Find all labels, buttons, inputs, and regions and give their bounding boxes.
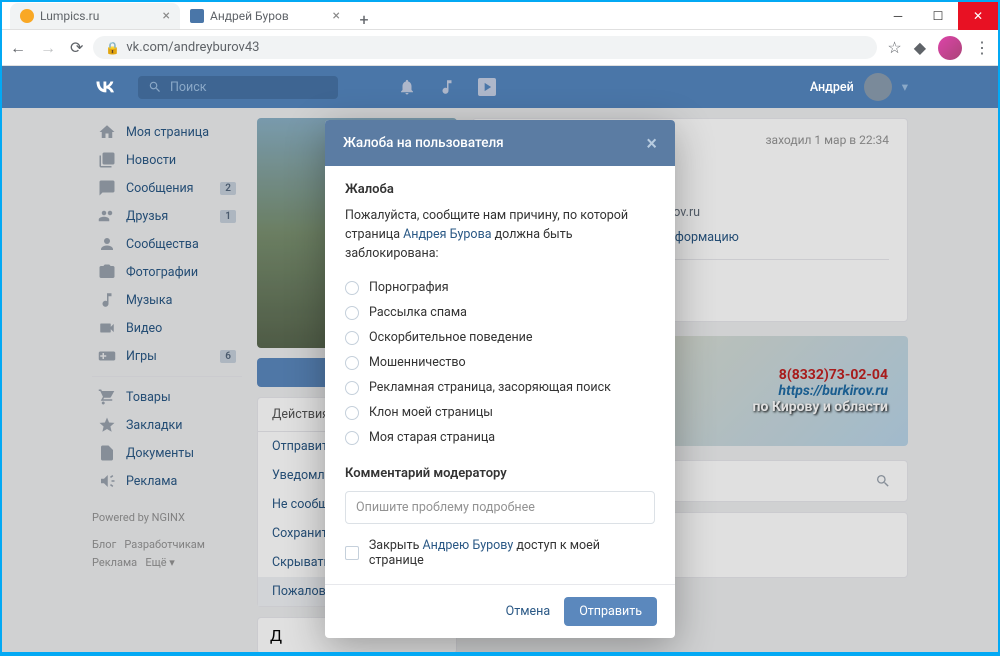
modal-intro: Пожалуйста, сообщите нам причину, по кот…	[345, 207, 655, 263]
menu-icon[interactable]: ⋮	[974, 38, 990, 57]
radio-label: Рекламная страница, засоряющая поиск	[369, 380, 611, 395]
browser-window: Lumpics.ru × Андрей Буров × + ─ ☐ ✕ ← → …	[2, 2, 998, 652]
radio-icon	[345, 381, 359, 395]
radio-label: Рассылка спама	[369, 305, 467, 320]
url-text: vk.com/andreyburov43	[126, 40, 259, 55]
radio-icon	[345, 356, 359, 370]
tab-strip: Lumpics.ru × Андрей Буров × +	[2, 2, 878, 29]
forward-icon[interactable]: →	[40, 38, 56, 58]
radio-label: Клон моей страницы	[369, 405, 493, 420]
chevron-down-icon: ▾	[902, 79, 908, 95]
tab-title: Андрей Буров	[210, 9, 289, 23]
window-close-button[interactable]: ✕	[958, 2, 998, 30]
report-modal: Жалоба на пользователя × Жалоба Пожалуйс…	[325, 120, 675, 638]
extension-icon[interactable]: ◆	[914, 38, 926, 57]
radio-icon	[345, 431, 359, 445]
url-input[interactable]: 🔒 vk.com/andreyburov43	[93, 36, 877, 59]
avatar	[864, 73, 892, 101]
address-bar: ← → ⟳ 🔒 vk.com/andreyburov43 ☆ ◆ ⋮	[2, 30, 998, 66]
vk-header: Поиск Андрей ▾	[2, 66, 998, 108]
star-icon[interactable]: ☆	[887, 38, 901, 57]
reason-radio[interactable]: Мошенничество	[345, 350, 655, 375]
music-icon[interactable]	[438, 78, 456, 96]
header-user[interactable]: Андрей ▾	[810, 73, 908, 101]
submit-button[interactable]: Отправить	[564, 597, 657, 626]
radio-label: Оскорбительное поведение	[369, 330, 533, 345]
radio-label: Порнография	[369, 280, 449, 295]
radio-icon	[345, 281, 359, 295]
maximize-button[interactable]: ☐	[918, 2, 958, 30]
play-icon[interactable]	[478, 78, 496, 96]
toolbar-right: ☆ ◆ ⋮	[887, 36, 990, 60]
reason-radio[interactable]: Рекламная страница, засоряющая поиск	[345, 375, 655, 400]
modal-overlay: Жалоба на пользователя × Жалоба Пожалуйс…	[2, 108, 998, 652]
radio-label: Мошенничество	[369, 355, 466, 370]
comment-input[interactable]: Опишите проблему подробнее	[345, 491, 655, 524]
reason-radio[interactable]: Порнография	[345, 275, 655, 300]
section-title: Жалоба	[345, 182, 655, 197]
user-link[interactable]: Андрея Бурова	[403, 227, 491, 242]
reason-radio[interactable]: Оскорбительное поведение	[345, 325, 655, 350]
nav-icons: ← → ⟳	[10, 38, 83, 58]
checkbox-label: Закрыть Андрею Бурову доступ к моей стра…	[369, 538, 655, 568]
window-titlebar: Lumpics.ru × Андрей Буров × + ─ ☐ ✕	[2, 2, 998, 30]
modal-header: Жалоба на пользователя ×	[325, 120, 675, 166]
close-icon[interactable]: ×	[646, 133, 657, 153]
radio-icon	[345, 406, 359, 420]
profile-avatar[interactable]	[938, 36, 962, 60]
close-icon[interactable]: ×	[333, 8, 340, 24]
reason-radio[interactable]: Моя старая страница	[345, 425, 655, 450]
user-name: Андрей	[810, 80, 854, 95]
tab-title: Lumpics.ru	[40, 9, 99, 23]
checkbox-icon	[345, 546, 359, 560]
modal-body: Жалоба Пожалуйста, сообщите нам причину,…	[325, 166, 675, 584]
lock-icon: 🔒	[105, 41, 120, 55]
section-title: Комментарий модератору	[345, 466, 655, 481]
user-link[interactable]: Андрею Бурову	[422, 538, 513, 553]
favicon	[190, 9, 204, 23]
reason-radio[interactable]: Клон моей страницы	[345, 400, 655, 425]
search-input[interactable]: Поиск	[138, 76, 338, 99]
radio-icon	[345, 331, 359, 345]
new-tab-button[interactable]: +	[350, 10, 378, 29]
search-icon	[148, 80, 162, 94]
search-placeholder: Поиск	[170, 80, 207, 95]
reason-radio[interactable]: Рассылка спама	[345, 300, 655, 325]
vk-logo[interactable]	[92, 74, 118, 100]
radio-label: Моя старая страница	[369, 430, 495, 445]
back-icon[interactable]: ←	[10, 38, 26, 58]
radio-icon	[345, 306, 359, 320]
favicon	[20, 9, 34, 23]
reload-icon[interactable]: ⟳	[70, 38, 83, 58]
modal-title: Жалоба на пользователя	[343, 135, 504, 151]
cancel-button[interactable]: Отмена	[506, 604, 551, 619]
browser-tab-active[interactable]: Андрей Буров ×	[180, 3, 350, 29]
window-controls: ─ ☐ ✕	[878, 2, 998, 29]
vk-app: Поиск Андрей ▾ Моя страница Новости Сооб…	[2, 66, 998, 652]
header-icons	[398, 78, 496, 96]
browser-tab[interactable]: Lumpics.ru ×	[10, 3, 180, 29]
modal-footer: Отмена Отправить	[325, 584, 675, 638]
minimize-button[interactable]: ─	[878, 2, 918, 30]
block-checkbox[interactable]: Закрыть Андрею Бурову доступ к моей стра…	[345, 538, 655, 568]
close-icon[interactable]: ×	[163, 8, 170, 24]
bell-icon[interactable]	[398, 78, 416, 96]
